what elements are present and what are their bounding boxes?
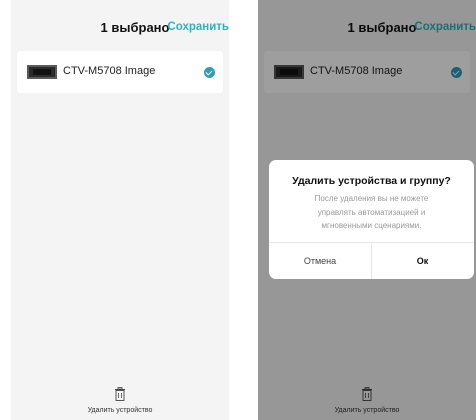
delete-device-label: Удалить устройство	[87, 407, 153, 414]
dialog-message: После удаления вы не можете управлять ав…	[283, 192, 460, 233]
trash-icon	[115, 387, 125, 401]
dialog-message-line: мгновенными сценариями.	[321, 221, 422, 230]
checkmark-icon[interactable]	[204, 67, 215, 78]
save-button[interactable]: Сохранить	[167, 21, 229, 33]
dialog-message-line: После удаления вы не можете	[314, 194, 429, 203]
cancel-button[interactable]: Отмена	[269, 243, 371, 279]
device-name: CTV-M5708 Image	[63, 65, 156, 77]
device-thumbnail	[27, 65, 57, 79]
delete-device-button[interactable]: Удалить устройство	[11, 387, 229, 414]
confirm-delete-screen: 1 выбрано Сохранить CTV-M5708 Image Удал…	[258, 0, 476, 420]
dialog-message-line: управлять автоматизацией и	[317, 207, 426, 217]
dialog-title: Удалить устройства и группу?	[292, 175, 451, 187]
header-bar: 1 выбрано Сохранить	[11, 0, 229, 56]
ok-button[interactable]: Ок	[371, 243, 474, 279]
device-list-item[interactable]: CTV-M5708 Image	[17, 51, 223, 93]
confirm-dialog: Удалить устройства и группу? После удале…	[269, 160, 474, 279]
selection-screen: 1 выбрано Сохранить CTV-M5708 Image Удал…	[11, 0, 229, 420]
